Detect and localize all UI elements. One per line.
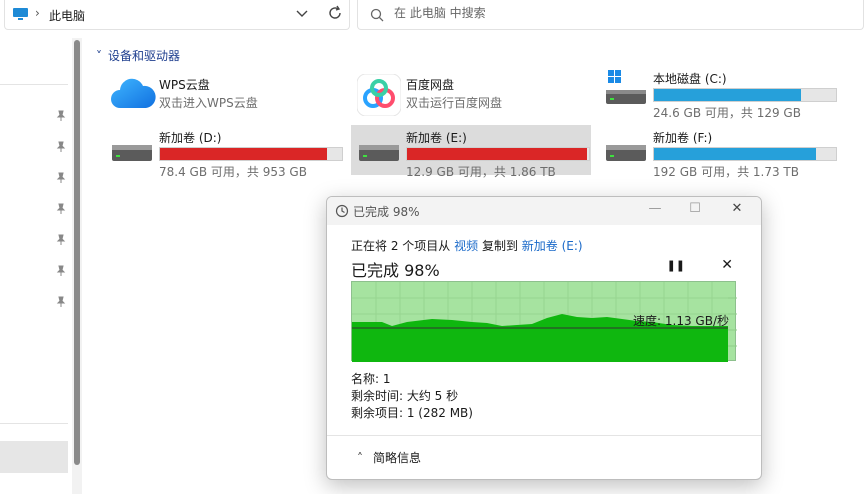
divider xyxy=(327,435,761,436)
speed-label: 速度: 1.13 GB/秒 xyxy=(633,314,729,328)
address-bar[interactable]: › 此电脑 xyxy=(4,0,350,30)
search-box[interactable] xyxy=(357,0,864,30)
breadcrumb-separator-icon: › xyxy=(35,6,40,20)
windows-disk-icon xyxy=(606,70,646,104)
pause-button[interactable]: ❚❚ xyxy=(667,259,685,272)
navigation-pane xyxy=(0,38,70,494)
speed-graph: 速度: 1.13 GB/秒 xyxy=(351,281,737,362)
copy-middle: 复制到 xyxy=(481,239,518,253)
drive-usage-bar xyxy=(159,147,343,161)
drive-free-space: 24.6 GB 可用，共 129 GB xyxy=(653,106,801,120)
fewer-details-toggle[interactable]: ˄ 简略信息 xyxy=(357,449,421,466)
minimize-button[interactable]: — xyxy=(641,201,669,221)
drive-name: 百度网盘 xyxy=(406,78,455,92)
item-name: 名称: 1 xyxy=(351,372,391,386)
drive-usage-bar xyxy=(653,88,837,102)
pin-icon[interactable] xyxy=(55,141,67,153)
items-remaining: 剩余项目: 1 (282 MB) xyxy=(351,406,473,420)
dialog-body: 正在将 2 个项目从 视频 复制到 新加卷 (E:) 已完成 98% ❚❚ ✕ xyxy=(351,237,737,280)
chevron-down-icon: ˅ xyxy=(96,49,102,63)
cancel-button[interactable]: ✕ xyxy=(721,257,733,273)
drive-free-space: 12.9 GB 可用，共 1.86 TB xyxy=(406,165,556,179)
drive-name: 本地磁盘 (C:) xyxy=(653,72,727,86)
drive-usage-fill xyxy=(160,148,328,160)
pin-icon[interactable] xyxy=(55,203,67,215)
drive-subtitle: 双击运行百度网盘 xyxy=(406,96,503,110)
chevron-down-icon[interactable] xyxy=(295,6,309,20)
drive-name: 新加卷 (E:) xyxy=(406,131,467,145)
drive-c[interactable]: 本地磁盘 (C:) 24.6 GB 可用，共 129 GB xyxy=(598,66,838,120)
section-header[interactable]: ˅ 设备和驱动器 xyxy=(96,47,180,64)
refresh-icon[interactable] xyxy=(327,5,343,21)
pin-icon[interactable] xyxy=(55,110,67,122)
drive-name: 新加卷 (F:) xyxy=(653,131,713,145)
computer-icon xyxy=(13,8,28,20)
drive-f[interactable]: 新加卷 (F:) 192 GB 可用，共 1.73 TB xyxy=(598,125,838,179)
section-title: 设备和驱动器 xyxy=(108,49,181,63)
disk-icon xyxy=(112,145,152,161)
breadcrumb[interactable]: 此电脑 xyxy=(49,7,85,24)
details-label: 简略信息 xyxy=(373,451,422,465)
pin-icon[interactable] xyxy=(55,265,67,277)
drive-usage-bar xyxy=(653,147,837,161)
copy-prefix: 正在将 2 个项目从 xyxy=(351,239,451,253)
drive-usage-fill xyxy=(654,89,802,101)
baidu-netdisk-icon xyxy=(357,74,401,116)
progress-heading: 已完成 98% xyxy=(351,261,440,280)
sidebar-scrollbar[interactable] xyxy=(72,38,82,494)
close-button[interactable]: ✕ xyxy=(723,201,751,221)
destination-link[interactable]: 新加卷 (E:) xyxy=(522,239,583,253)
drive-wps-cloud[interactable]: WPS云盘 双击进入WPS云盘 xyxy=(104,72,344,122)
drive-baidu-netdisk[interactable]: 百度网盘 双击运行百度网盘 xyxy=(351,72,591,122)
source-link[interactable]: 视频 xyxy=(454,239,478,253)
drive-usage-fill xyxy=(654,148,816,160)
divider xyxy=(0,423,68,424)
drive-d[interactable]: 新加卷 (D:) 78.4 GB 可用，共 953 GB xyxy=(104,125,344,179)
pin-icon[interactable] xyxy=(55,234,67,246)
drive-subtitle: 双击进入WPS云盘 xyxy=(159,96,258,110)
search-icon xyxy=(370,8,384,22)
transfer-stats: 名称: 1 剩余时间: 大约 5 秒 剩余项目: 1 (282 MB) xyxy=(351,371,473,422)
cloud-icon xyxy=(111,78,156,108)
drive-usage-bar xyxy=(406,147,590,161)
drive-free-space: 192 GB 可用，共 1.73 TB xyxy=(653,165,799,179)
sidebar-item-selected[interactable] xyxy=(0,441,68,473)
copy-progress-dialog: 已完成 98% — ☐ ✕ 正在将 2 个项目从 视频 复制到 新加卷 (E:)… xyxy=(326,196,762,480)
drive-e[interactable]: 新加卷 (E:) 12.9 GB 可用，共 1.86 TB xyxy=(351,125,591,179)
scrollbar-thumb[interactable] xyxy=(74,40,80,465)
drive-name: WPS云盘 xyxy=(159,78,210,92)
maximize-button[interactable]: ☐ xyxy=(681,201,709,221)
disk-icon xyxy=(359,145,399,161)
search-input[interactable] xyxy=(394,6,794,20)
copy-description: 正在将 2 个项目从 视频 复制到 新加卷 (E:) xyxy=(351,237,737,254)
pin-icon[interactable] xyxy=(55,296,67,308)
drive-name: 新加卷 (D:) xyxy=(159,131,222,145)
chevron-up-icon: ˄ xyxy=(357,451,363,465)
drive-usage-fill xyxy=(407,148,588,160)
divider xyxy=(0,84,68,85)
drive-free-space: 78.4 GB 可用，共 953 GB xyxy=(159,165,307,179)
clock-icon xyxy=(335,204,349,218)
disk-icon xyxy=(606,145,646,161)
dialog-title: 已完成 98% xyxy=(353,205,420,219)
dialog-titlebar[interactable]: 已完成 98% — ☐ ✕ xyxy=(327,197,761,225)
pin-icon[interactable] xyxy=(55,172,67,184)
time-remaining: 剩余时间: 大约 5 秒 xyxy=(351,389,459,403)
